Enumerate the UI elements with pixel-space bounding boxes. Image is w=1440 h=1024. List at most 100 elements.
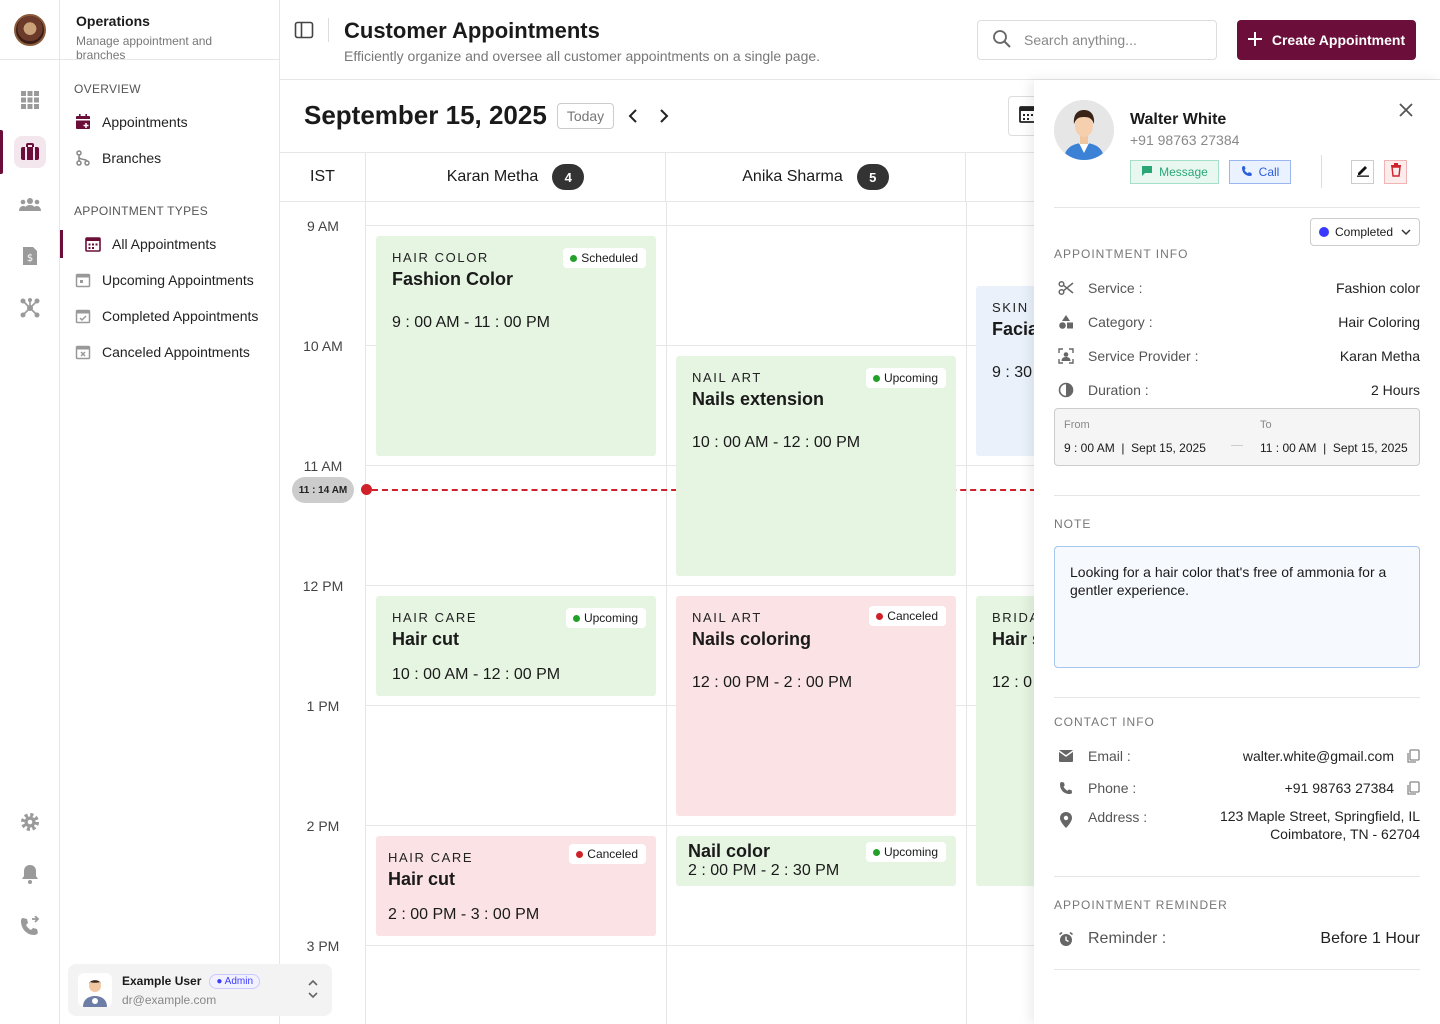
address-line-2: Coimbatore, TN - 62704	[1270, 826, 1420, 842]
status-dropdown[interactable]: Completed	[1310, 218, 1420, 246]
info-label: Service Provider :	[1088, 348, 1199, 364]
operations-icon[interactable]	[14, 136, 46, 168]
pencil-icon	[1356, 163, 1370, 182]
search-icon	[992, 29, 1012, 52]
appointment-card[interactable]: HAIR COLOR Fashion Color 9 : 00 AM - 11 …	[376, 236, 656, 456]
appointment-time: 2 : 00 PM - 2 : 30 PM	[688, 862, 840, 879]
sidebar-toggle-icon[interactable]	[294, 20, 314, 45]
copy-icon[interactable]	[1406, 781, 1420, 795]
avatar	[78, 973, 112, 1007]
sidebar-item-branches[interactable]: Branches	[74, 144, 161, 172]
create-appointment-button[interactable]: Create Appointment	[1237, 20, 1416, 60]
address-value: 123 Maple Street, Springfield, IL Coimba…	[1220, 807, 1420, 843]
appointment-card[interactable]: Nail color 2 : 00 PM - 2 : 30 PM Upcomin…	[676, 836, 956, 886]
appointment-name: Hair cut	[392, 629, 460, 649]
dashboard-icon[interactable]	[14, 84, 46, 116]
rail-active-indicator	[0, 130, 3, 174]
divider	[1054, 969, 1420, 970]
timezone-text: IST	[310, 168, 335, 185]
plus-icon	[1247, 31, 1262, 49]
sidebar-item-label: Canceled Appointments	[102, 344, 250, 360]
status-badge: Canceled	[869, 606, 946, 626]
phone-value: +91 98763 27384	[1284, 780, 1394, 796]
sidebar-item-upcoming[interactable]: Upcoming Appointments	[74, 266, 254, 294]
info-label: Duration :	[1088, 382, 1149, 398]
status-value: Completed	[1335, 225, 1394, 239]
delete-button[interactable]	[1384, 160, 1407, 184]
sidebar-item-all-appointments[interactable]: All Appointments	[60, 230, 279, 258]
role-label: Admin	[224, 975, 254, 987]
reminder-label: Reminder :	[1088, 930, 1167, 947]
appointment-time: 12 : 0	[992, 674, 1033, 691]
trash-icon	[1390, 162, 1402, 182]
close-icon[interactable]	[1398, 102, 1414, 123]
status-badge: Upcoming	[565, 608, 646, 628]
user-account-switcher[interactable]: Example User ● Admin dr@example.com	[68, 964, 332, 1016]
sidebar-header: Operations Manage appointment and branch…	[60, 0, 279, 62]
sidebar-item-completed[interactable]: Completed Appointments	[74, 302, 258, 330]
note-textarea[interactable]: Looking for a hair color that's free of …	[1054, 546, 1420, 668]
info-row-duration: Duration : 2 Hours	[1054, 379, 1420, 401]
create-appointment-label: Create Appointment	[1271, 32, 1406, 48]
phone-forward-icon[interactable]	[14, 910, 46, 942]
chevron-right-icon[interactable]	[657, 106, 671, 131]
range-separator	[1231, 445, 1243, 446]
appointment-name: Nails extension	[692, 389, 825, 409]
overview-section-label: OVERVIEW	[74, 82, 141, 96]
appointment-time: 10 : 00 AM - 12 : 00 PM	[692, 434, 861, 451]
secondary-sidebar: Operations Manage appointment and branch…	[60, 0, 332, 1024]
to-label: To	[1260, 419, 1272, 431]
chat-icon	[1141, 165, 1153, 180]
shapes-icon	[1054, 311, 1078, 333]
search-placeholder: Search anything...	[1024, 32, 1137, 48]
from-label: From	[1064, 419, 1090, 431]
role-badge: ● Admin	[209, 973, 261, 989]
reminder-value[interactable]: Before 1 Hour	[1320, 930, 1420, 948]
appointment-count-badge: 5	[856, 164, 889, 190]
alarm-clock-icon	[1054, 928, 1078, 950]
action-divider	[1321, 155, 1322, 188]
provider-header-row: IST Karan Metha 4 Anika Sharma 5	[280, 152, 1040, 202]
sidebar-item-canceled[interactable]: Canceled Appointments	[74, 338, 250, 366]
settings-icon[interactable]	[14, 806, 46, 838]
edit-button[interactable]	[1351, 160, 1374, 184]
appointment-details-panel: Walter White +91 98763 27384 Message Cal…	[1034, 80, 1440, 1024]
contact-label: Phone :	[1088, 780, 1137, 796]
time-label: 10 AM	[303, 338, 343, 354]
info-label-text: Category	[1088, 314, 1145, 330]
contact-label-text: Phone	[1088, 780, 1129, 796]
user-email: dr@example.com	[122, 992, 217, 1007]
sidebar-item-appointments[interactable]: Appointments	[74, 108, 188, 136]
divider	[1054, 697, 1420, 698]
calendar-check-icon	[74, 307, 92, 325]
bell-icon[interactable]	[14, 858, 46, 890]
today-button[interactable]: Today	[556, 102, 615, 129]
message-button[interactable]: Message	[1130, 160, 1219, 184]
billing-icon[interactable]: $	[14, 240, 46, 272]
chevron-left-icon[interactable]	[626, 106, 640, 131]
call-button[interactable]: Call	[1229, 160, 1291, 184]
grid-column-line	[666, 202, 667, 1024]
contact-row-email: Email : walter.white@gmail.com	[1054, 745, 1420, 767]
customers-icon[interactable]	[14, 188, 46, 220]
provider-column-header[interactable]: Anika Sharma 5	[666, 153, 966, 201]
provider-column-header[interactable]: Karan Metha 4	[366, 153, 666, 201]
appointment-card[interactable]: NAIL ART Nails coloring 12 : 00 PM - 2 :…	[676, 596, 956, 816]
page-title: Customer Appointments	[344, 18, 600, 43]
status-badge: Canceled	[569, 844, 646, 864]
date-navigator: September 15, 2025 Today	[304, 100, 615, 131]
search-input[interactable]: Search anything...	[977, 20, 1217, 60]
time-label: 2 PM	[306, 818, 340, 834]
appointment-card[interactable]: HAIR CARE Hair cut 10 : 00 AM - 12 : 00 …	[376, 596, 656, 696]
appointment-time: 10 : 00 AM - 12 : 00 PM	[392, 666, 561, 683]
appointment-time: 2 : 00 PM - 3 : 00 PM	[388, 906, 540, 923]
appointment-card[interactable]: NAIL ART Nails extension 10 : 00 AM - 12…	[676, 356, 956, 576]
network-icon[interactable]	[14, 292, 46, 324]
chevron-up-down-icon	[308, 978, 318, 1005]
svg-text:$: $	[27, 253, 33, 264]
appointment-card[interactable]: HAIR CARE Hair cut 2 : 00 PM - 3 : 00 PM…	[376, 836, 656, 936]
time-label: 3 PM	[306, 938, 340, 954]
copy-icon[interactable]	[1406, 749, 1420, 763]
brand-logo[interactable]	[14, 14, 46, 46]
status-badge: Upcoming	[865, 368, 946, 388]
